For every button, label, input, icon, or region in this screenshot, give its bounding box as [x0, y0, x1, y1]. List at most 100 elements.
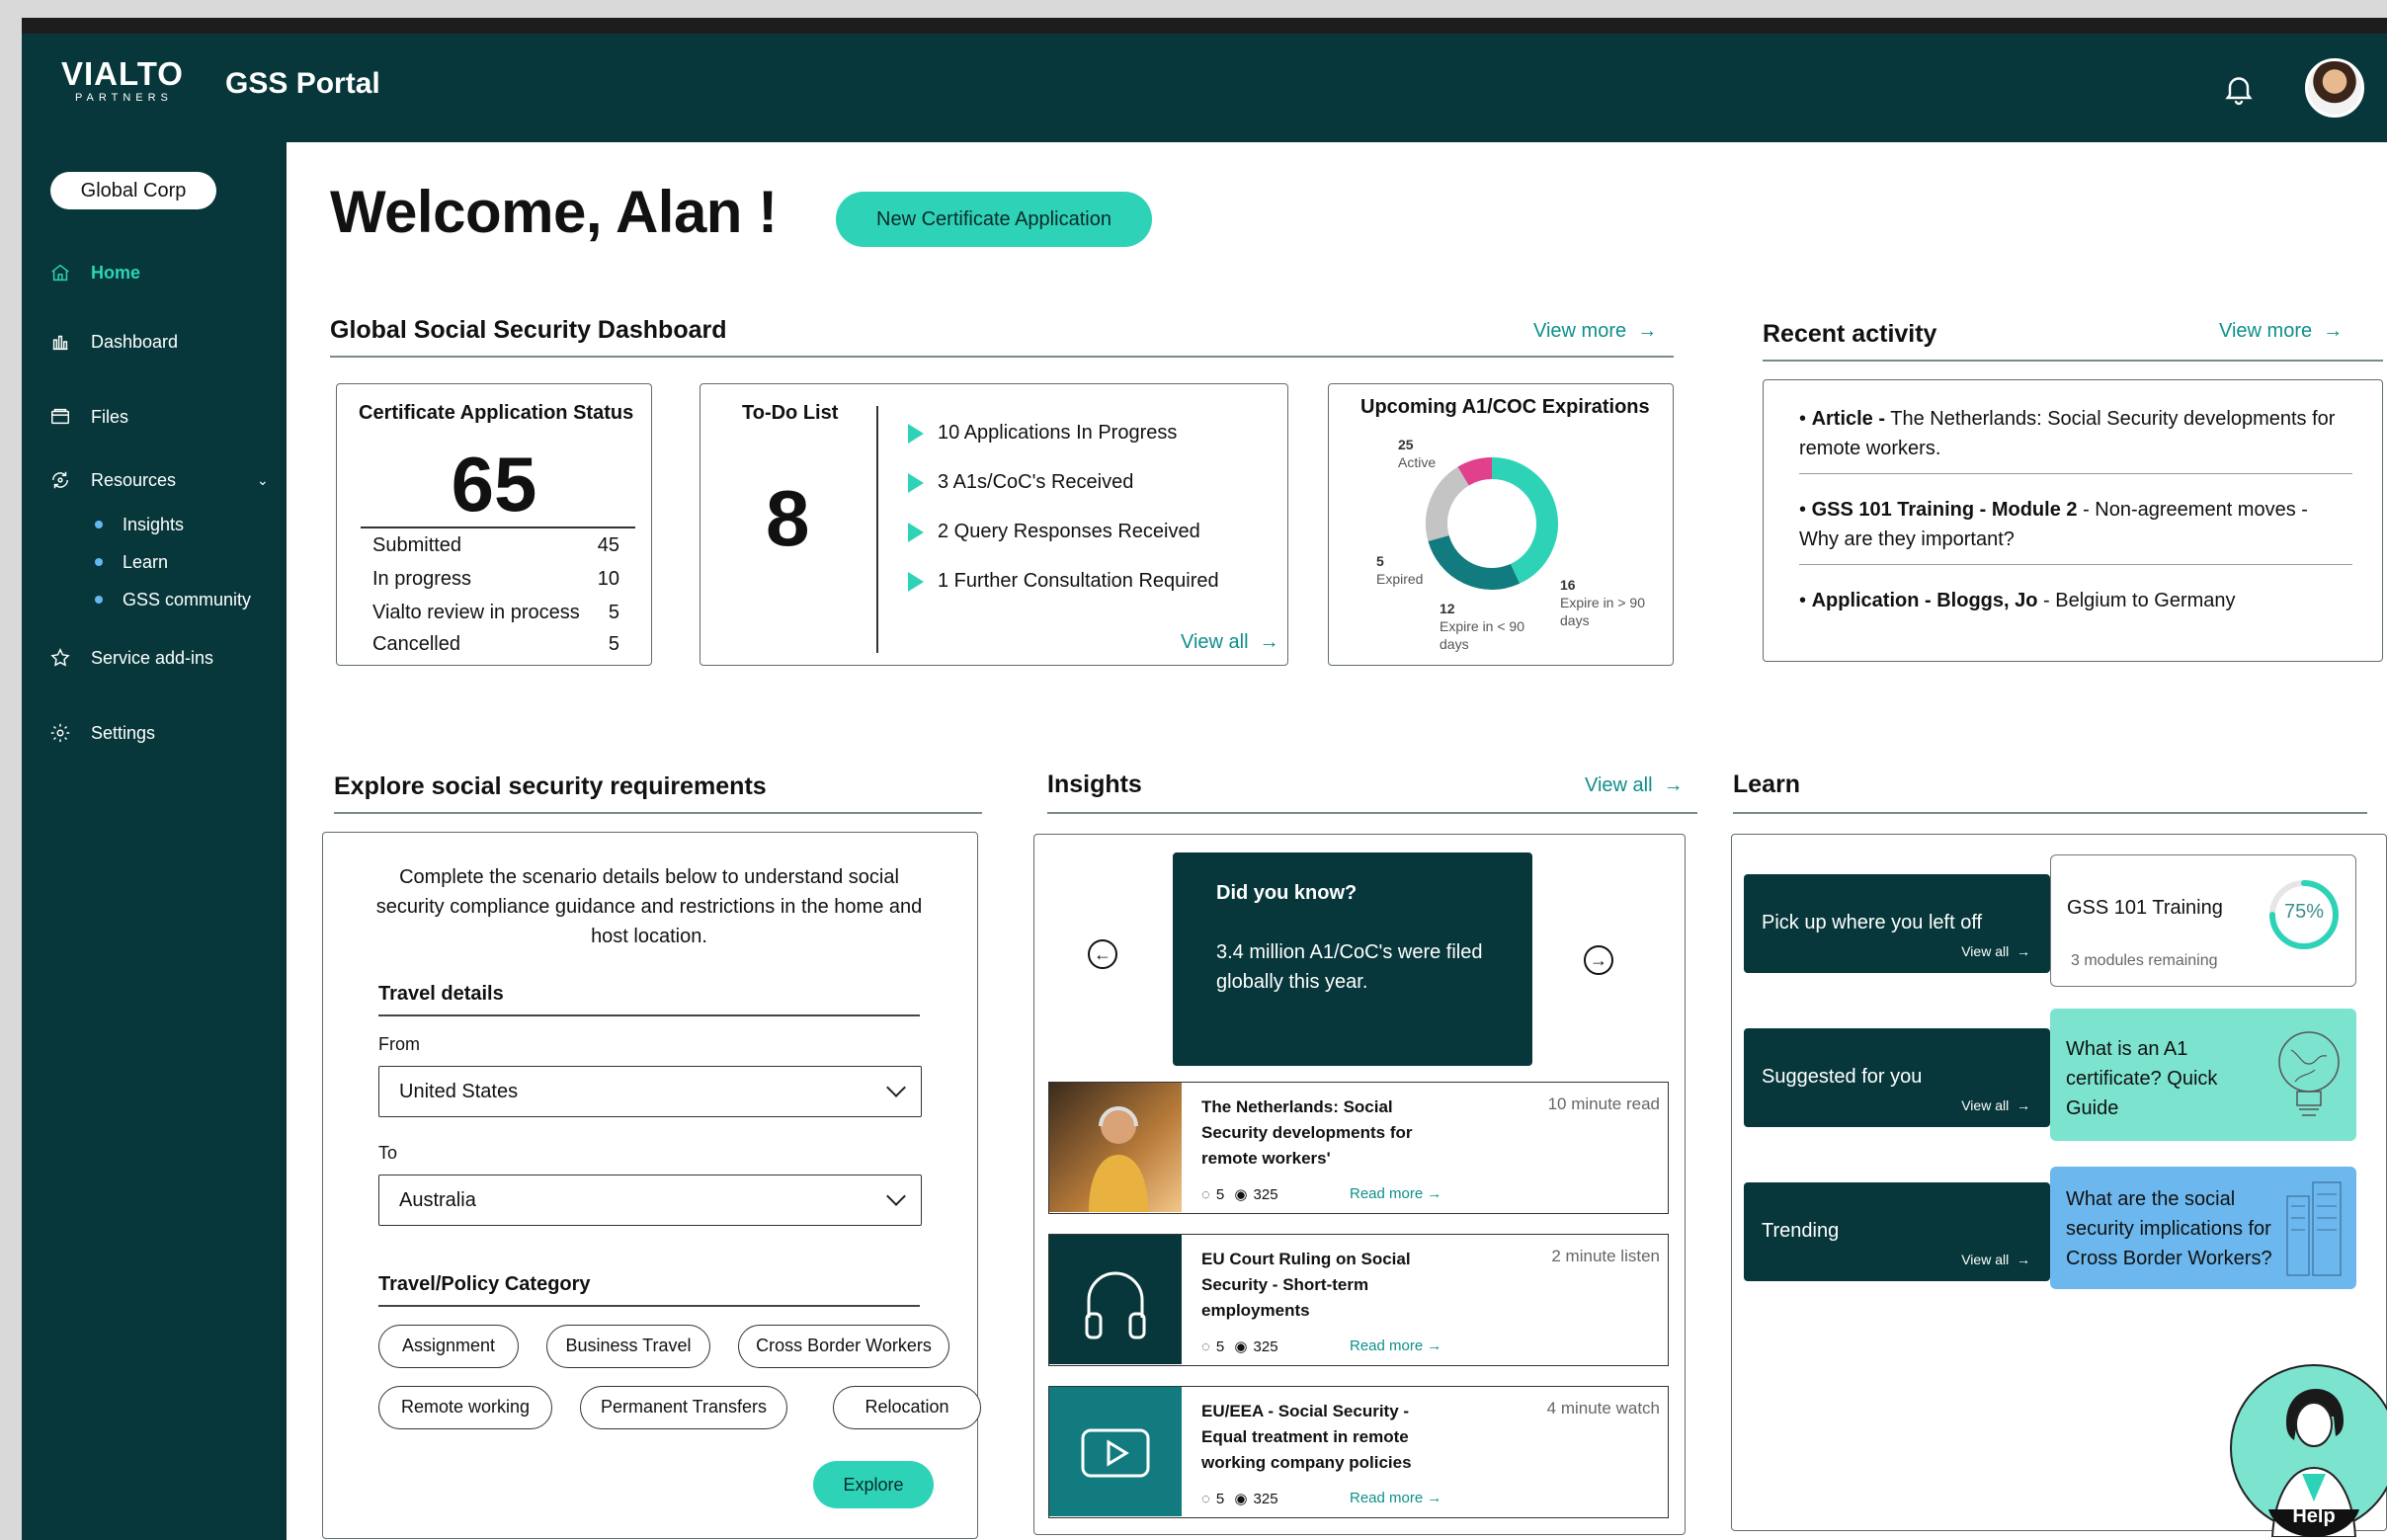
- activity-item[interactable]: • Application - Bloggs, Jo - Belgium to …: [1799, 586, 2352, 615]
- section-divider: [1733, 812, 2367, 814]
- view-all-label: View all: [1961, 1097, 2010, 1113]
- logo-main-text: VIALTO: [61, 55, 184, 92]
- learn-section-title: Learn: [1733, 770, 1801, 798]
- bullet-dot-icon: [95, 596, 103, 604]
- status-label: Vialto review in process: [372, 602, 580, 623]
- todo-item[interactable]: 2 Query Responses Received: [908, 521, 1200, 543]
- donut-segment-expire-in-90-days: [1428, 534, 1521, 590]
- sidebar-item-dashboard[interactable]: Dashboard: [49, 324, 178, 360]
- donut-segment-active: [1491, 457, 1558, 584]
- sidebar-item-settings[interactable]: Settings: [49, 715, 155, 751]
- help-label: Help: [2292, 1505, 2336, 1527]
- article-meta: 2 minute listen: [1551, 1247, 1660, 1265]
- buildings-illustration-icon: [2286, 1181, 2342, 1276]
- learn-tile-cross-border[interactable]: What are the social security implication…: [2050, 1167, 2356, 1289]
- sidebar-item-label: Dashboard: [91, 331, 179, 352]
- todo-item[interactable]: 1 Further Consultation Required: [908, 570, 1219, 593]
- bullet-dot-icon: [95, 521, 103, 528]
- insights-view-all-link[interactable]: View all →: [1585, 774, 1684, 797]
- read-more-link[interactable]: Read more →: [1350, 1185, 1441, 1202]
- comment-icon: ◌: [1201, 1337, 1210, 1355]
- sidebar-subitem-learn[interactable]: Learn: [95, 547, 168, 577]
- todo-item[interactable]: 3 A1s/CoC's Received: [908, 471, 1133, 494]
- vialto-logo[interactable]: VIALTO PARTNERS: [61, 57, 209, 107]
- sidebar-subitem-insights[interactable]: Insights: [95, 510, 184, 539]
- help-widget[interactable]: Help: [2229, 1363, 2387, 1538]
- recent-view-more-link[interactable]: View more →: [2219, 320, 2343, 343]
- travel-details-heading: Travel details: [378, 983, 504, 1005]
- activity-item[interactable]: • Article - The Netherlands: Social Secu…: [1799, 404, 2352, 463]
- dashboard-view-more-link[interactable]: View more →: [1533, 320, 1657, 343]
- todo-label: 10 Applications In Progress: [938, 422, 1178, 444]
- article-title: The Netherlands: Social Security develop…: [1201, 1097, 1413, 1168]
- todo-view-all-link[interactable]: View all →: [1181, 631, 1279, 654]
- explore-button[interactable]: Explore: [813, 1461, 934, 1508]
- gt90-label: Expire in > 90 days: [1560, 595, 1645, 628]
- read-more-link[interactable]: Read more →: [1350, 1490, 1441, 1506]
- chip-cross-border-workers[interactable]: Cross Border Workers: [738, 1325, 949, 1368]
- learn-row-trending[interactable]: Trending View all →: [1744, 1182, 2050, 1281]
- activity-bold: Application - Bloggs, Jo: [1811, 590, 2038, 611]
- todo-item[interactable]: 10 Applications In Progress: [908, 422, 1177, 445]
- carousel-next-icon[interactable]: →: [1584, 945, 1613, 975]
- to-label: To: [378, 1143, 398, 1163]
- todo-divider: [876, 406, 878, 653]
- learn-tile-gss101[interactable]: GSS 101 Training 3 modules remaining 75%: [2050, 854, 2356, 987]
- chip-remote-working[interactable]: Remote working: [378, 1386, 552, 1429]
- article-title: EU Court Ruling on Social Security - Sho…: [1201, 1250, 1411, 1320]
- learn-view-all-link[interactable]: View all →: [1961, 943, 2030, 959]
- sidebar-item-files[interactable]: Files: [49, 399, 128, 435]
- new-certificate-application-button[interactable]: New Certificate Application: [836, 192, 1152, 247]
- sidebar-item-resources[interactable]: Resources: [49, 462, 176, 498]
- article-meta: 10 minute read: [1547, 1094, 1660, 1113]
- eye-icon: ◉: [1230, 1186, 1248, 1203]
- bullet-dot-icon: [95, 558, 103, 566]
- comment-count: 5: [1215, 1337, 1225, 1355]
- learn-view-all-link[interactable]: View all →: [1961, 1097, 2030, 1113]
- to-select[interactable]: Australia: [378, 1175, 922, 1226]
- sidebar-item-label: Resources: [91, 469, 177, 490]
- carousel-prev-icon[interactable]: ←: [1088, 939, 1117, 969]
- eye-icon: ◉: [1230, 1491, 1248, 1507]
- sidebar-subitem-label: Insights: [123, 514, 185, 534]
- org-selector[interactable]: Global Corp: [50, 172, 216, 209]
- explore-section-title: Explore social security requirements: [334, 772, 767, 800]
- chip-business-travel[interactable]: Business Travel: [546, 1325, 710, 1368]
- chip-permanent-transfers[interactable]: Permanent Transfers: [580, 1386, 787, 1429]
- learn-view-all-link[interactable]: View all →: [1961, 1252, 2030, 1267]
- learn-tile-a1-guide[interactable]: What is an A1 certificate? Quick Guide: [2050, 1009, 2356, 1141]
- sidebar-item-label: Settings: [91, 722, 156, 743]
- read-more-link[interactable]: Read more →: [1350, 1337, 1441, 1354]
- recent-activity-card: • Article - The Netherlands: Social Secu…: [1763, 379, 2383, 662]
- learn-tile-title: What are the social security implication…: [2066, 1188, 2272, 1269]
- donut-label-expired: 5 Expired: [1376, 552, 1423, 588]
- sidebar-item-home[interactable]: Home: [49, 255, 140, 290]
- insight-article[interactable]: EU/EEA - Social Security - Equal treatme…: [1048, 1386, 1669, 1518]
- section-divider: [1047, 812, 1697, 814]
- status-row: Vialto review in process 5: [372, 602, 619, 624]
- chip-assignment[interactable]: Assignment: [378, 1325, 519, 1368]
- chevron-down-icon[interactable]: ⌄: [257, 472, 269, 489]
- read-more-label: Read more: [1350, 1185, 1424, 1202]
- read-more-label: Read more: [1350, 1337, 1424, 1354]
- insight-article[interactable]: The Netherlands: Social Security develop…: [1048, 1082, 1669, 1214]
- bell-icon[interactable]: [2221, 71, 2257, 107]
- status-label: Cancelled: [372, 633, 460, 655]
- activity-item[interactable]: • GSS 101 Training - Module 2 - Non-agre…: [1799, 495, 2352, 554]
- activity-divider: [1799, 473, 2352, 474]
- insight-article[interactable]: EU Court Ruling on Social Security - Sho…: [1048, 1234, 1669, 1366]
- chip-relocation[interactable]: Relocation: [833, 1386, 981, 1429]
- learn-row-continue[interactable]: Pick up where you left off View all →: [1744, 874, 2050, 973]
- from-select[interactable]: United States: [378, 1066, 922, 1117]
- did-you-know-title: Did you know?: [1216, 882, 1358, 904]
- sidebar-item-service-add-ins[interactable]: Service add-ins: [49, 640, 213, 676]
- learn-row-label: Pick up where you left off: [1762, 912, 1983, 933]
- learn-row-suggested[interactable]: Suggested for you View all →: [1744, 1028, 2050, 1127]
- comment-icon: ◌: [1201, 1185, 1210, 1203]
- user-avatar[interactable]: [2305, 58, 2364, 118]
- article-thumbnail: [1049, 1235, 1182, 1364]
- todo-label: 1 Further Consultation Required: [938, 570, 1219, 592]
- sidebar-subitem-gss-community[interactable]: GSS community: [95, 585, 251, 614]
- progress-text: 75%: [2283, 901, 2325, 923]
- eye-icon: ◉: [1230, 1338, 1248, 1355]
